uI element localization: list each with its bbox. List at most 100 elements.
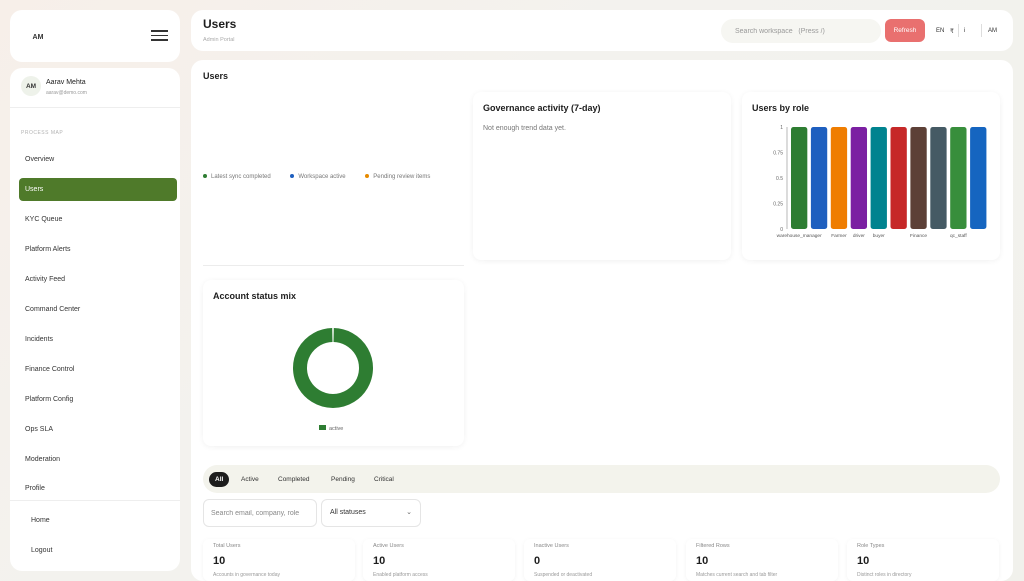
brand-card: AM [10,10,180,62]
stat-label: Total Users [213,543,241,549]
refresh-button[interactable]: Refresh [885,19,925,42]
tab-completed[interactable]: Completed [272,472,315,487]
legend-dot [365,174,370,179]
workspace-search-input[interactable] [721,19,881,43]
sidebar-item-moderation[interactable]: Moderation [19,448,177,471]
chevron-down-icon: ⌄ [406,509,412,516]
brand-avatar: AM [24,23,52,51]
currency-switch[interactable]: ₹ [950,28,954,35]
legend-label: Latest sync completed [211,174,271,180]
status-select-value: All statuses [330,509,366,516]
legend-label: Pending review items [373,174,431,180]
tab-active[interactable]: Active [235,472,265,487]
bar-role_9[interactable] [950,127,967,229]
stat-subtext: Matches current search and tab filter [696,572,778,578]
user-search-input[interactable] [203,499,317,527]
bar-Farmer[interactable] [850,127,868,229]
user-avatar: AM [21,76,41,96]
sidebar-item-ops-sla[interactable]: Ops SLA [19,418,177,441]
x-tick-label: warehouse_manager [777,233,822,239]
stat-label: Active Users [373,543,404,549]
users-by-role-chart: 0 0.25 0.5 0.75 1 warehouse_manager Farmer driv… [773,125,987,239]
donut-slice-active[interactable] [293,328,373,408]
bar-vendor[interactable] [830,127,848,229]
sidebar-item-activity-feed[interactable]: Activity Feed [19,268,177,291]
page-subtitle: Admin Portal [203,37,235,43]
nav-section-label: PROCESS MAP [21,130,64,136]
sidebar: AM Aarav Mehta aarav@demo.com PROCESS MA… [10,68,180,571]
page-title: Users [203,17,237,31]
sidebar-item-profile[interactable]: Profile [19,477,177,500]
header-separator [958,24,959,37]
stat-subtext: Suspended or deactivated [534,572,593,578]
y-tick-label: 0 [780,227,783,233]
y-tick-label: 0.25 [773,202,783,208]
stat-card: Active Users 10 Enabled platform access [363,539,515,581]
tab-pending[interactable]: Pending [325,472,361,487]
legend-item: Workspace active [290,174,346,180]
stat-card: Filtered Rows 10 Matches current search … [686,539,838,581]
bar-driver[interactable] [870,127,887,229]
stat-card: Total Users 10 Accounts in governance to… [203,539,355,581]
bar-warehouse_manager[interactable] [791,127,808,229]
hamburger-icon[interactable] [151,30,168,41]
sidebar-item-users[interactable]: Users [19,178,177,201]
x-tick-label: buyer [873,233,885,239]
y-tick-label: 0.5 [776,176,783,182]
stat-label: Inactive Users [534,543,569,549]
stat-card: Role Types 10 Distinct roles in director… [847,539,999,581]
governance-panel: Governance activity (7-day) Not enough t… [473,92,731,260]
account-status-panel: Account status mix active [203,280,464,446]
stat-subtext: Distinct roles in directory [857,572,912,578]
header-avatar[interactable]: AM [988,28,997,34]
bar-role_7[interactable] [910,127,927,229]
legend-dot [290,174,295,179]
x-tick-label: driver [853,233,865,239]
stat-subtext: Accounts in governance today [213,572,280,578]
sidebar-item-overview[interactable]: Overview [19,148,177,171]
legend-swatch [319,425,326,430]
x-tick-label: Finance [910,233,927,239]
stat-label: Filtered Rows [696,543,730,549]
stat-card: Inactive Users 0 Suspended or deactivate… [524,539,676,581]
logout-link[interactable]: Logout [31,547,52,554]
sidebar-item-kyc-queue[interactable]: KYC Queue [19,208,177,231]
bar-manager[interactable] [810,127,828,229]
legend-item: Latest sync completed [203,174,271,180]
stat-value: 10 [213,555,226,567]
governance-note: Not enough trend data yet. [483,125,566,132]
home-link[interactable]: Home [31,517,50,524]
sidebar-item-platform-alerts[interactable]: Platform Alerts [19,238,177,261]
divider [203,265,464,266]
status-legend: Latest sync completed Workspace active P… [203,174,448,180]
sidebar-item-command-center[interactable]: Command Center [19,298,177,321]
legend-item: Pending review items [365,174,430,180]
bar-qc_staff[interactable] [970,127,987,229]
stat-value: 10 [373,555,386,567]
tab-all[interactable]: All [209,472,230,487]
top-header: Users Admin Portal Refresh EN ₹ i AM [191,10,1013,51]
main-content: Users Latest sync completed Workspace ac… [191,60,1013,581]
sidebar-item-finance-control[interactable]: Finance Control [19,358,177,381]
tab-critical[interactable]: Critical [368,472,400,487]
governance-title: Governance activity (7-day) [483,103,601,113]
stat-subtext: Enabled platform access [373,572,428,578]
stat-label: Role Types [857,543,885,549]
bar-buyer[interactable] [890,127,907,229]
info-icon[interactable]: i [964,28,965,34]
stat-value: 0 [534,555,541,567]
account-status-chart: active [293,328,373,432]
legend-dot [203,174,207,179]
user-profile[interactable]: AM Aarav Mehta aarav@demo.com [10,68,180,108]
status-select[interactable]: All statuses ⌄ [321,499,421,527]
legend-label: Workspace active [298,174,346,180]
header-separator [981,24,982,37]
sidebar-item-incidents[interactable]: Incidents [19,328,177,351]
language-switch[interactable]: EN [936,28,944,34]
users-by-role-panel: Users by role 0 0.25 0.5 0.75 1 warehouse_man… [742,92,1000,260]
section-title: Users [203,71,229,81]
bar-Finance[interactable] [930,127,947,229]
legend-label: active [329,426,343,432]
sidebar-item-platform-config[interactable]: Platform Config [19,388,177,411]
stat-value: 10 [857,555,870,567]
